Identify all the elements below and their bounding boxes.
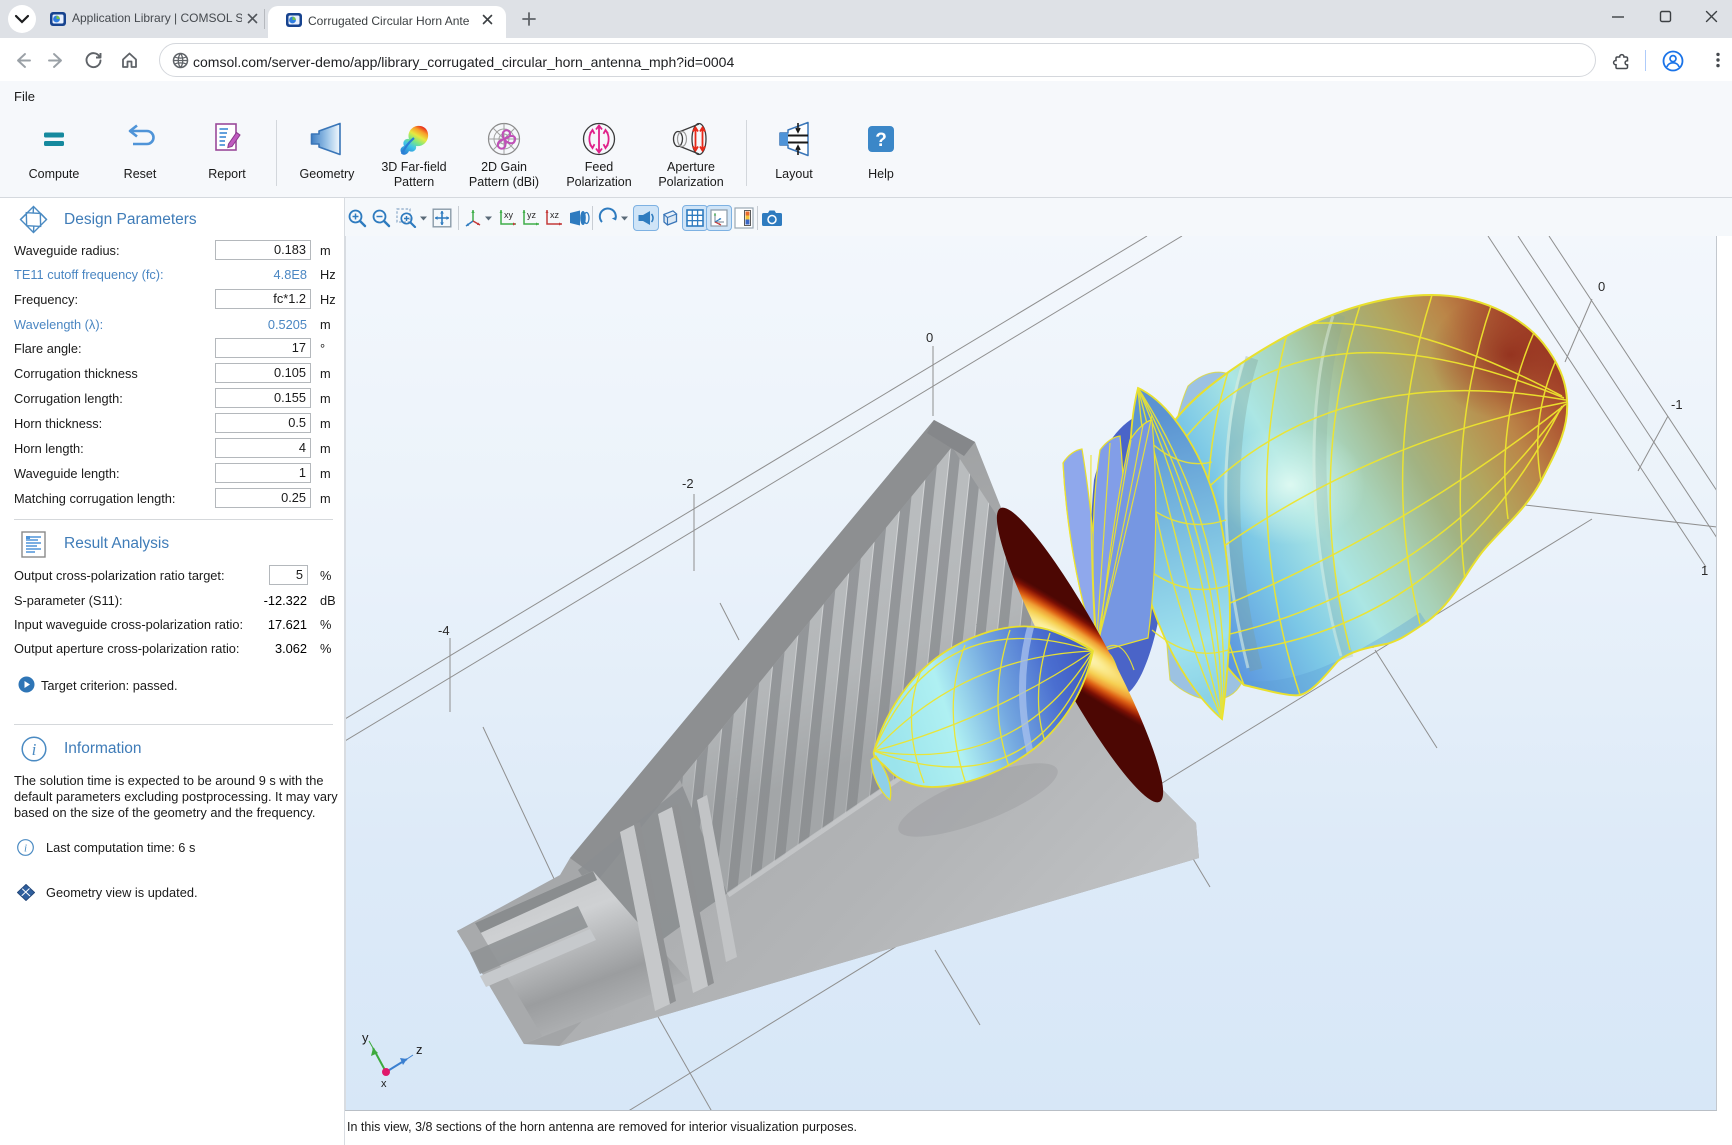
svg-text:1: 1 <box>1701 563 1708 578</box>
svg-text:xz: xz <box>550 210 560 220</box>
svg-text:xy: xy <box>504 210 514 220</box>
svg-text:y: y <box>362 1030 369 1045</box>
svg-text:-2: -2 <box>682 476 694 491</box>
svg-text:i: i <box>32 740 37 759</box>
svg-text:0: 0 <box>926 330 933 345</box>
svg-text:0: 0 <box>1598 279 1605 294</box>
svg-text:x: x <box>381 1078 387 1090</box>
svg-text:-4: -4 <box>438 623 450 638</box>
svg-text:-1: -1 <box>1671 397 1683 412</box>
svg-text:yz: yz <box>527 210 537 220</box>
svg-text:z: z <box>416 1042 423 1057</box>
svg-text:i: i <box>24 843 27 855</box>
svg-text:?: ? <box>875 130 887 151</box>
